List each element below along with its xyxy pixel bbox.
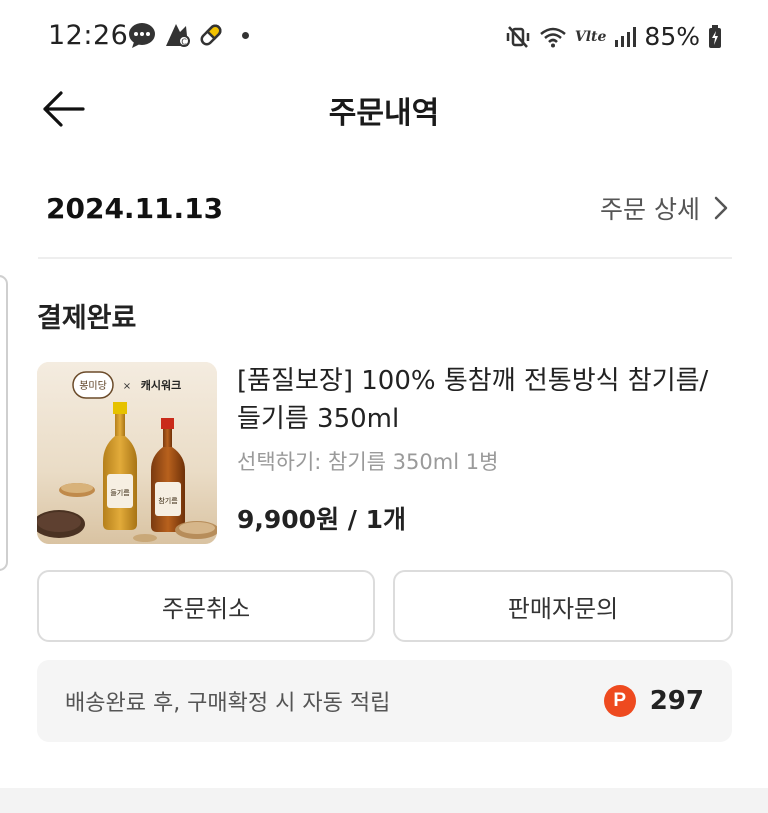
app-header: 주문내역 xyxy=(0,74,768,144)
order-detail-link[interactable]: 주문 상세 xyxy=(600,190,728,226)
vibrate-mute-icon xyxy=(506,25,530,48)
image-brand-left: 봉미당 xyxy=(79,380,107,392)
chevron-right-icon xyxy=(714,196,728,220)
page-title: 주문내역 xyxy=(328,96,440,131)
points-description: 배송완료 후, 구매확정 시 자동 적립 xyxy=(65,691,391,716)
section-separator-band xyxy=(0,788,768,813)
bottle-label-right: 참기름 xyxy=(158,496,178,505)
notification-icons: C xyxy=(128,22,249,48)
product-image: 봉미당 × 캐시워크 들기름 참기름 xyxy=(37,362,217,544)
network-type-label: Vlte xyxy=(574,28,607,45)
battery-percent: 85% xyxy=(644,22,700,51)
points-amount: P 297 xyxy=(603,685,704,717)
svg-text:C: C xyxy=(181,38,187,47)
image-brand-right: 캐시워크 xyxy=(141,378,181,392)
order-date: 2024.11.13 xyxy=(46,191,224,225)
status-bar: 12:26 C Vlte 85% xyxy=(0,0,768,74)
product-info: [품질보장] 100% 통참깨 전통방식 참기름/들기름 350ml 선택하기:… xyxy=(237,362,732,536)
image-brand-x: × xyxy=(123,381,131,392)
product-price: 9,900원 / 1개 xyxy=(237,505,407,534)
more-notifications-dot xyxy=(242,31,249,39)
section-divider xyxy=(38,257,732,259)
edge-panel-handle[interactable] xyxy=(0,275,8,571)
order-detail-label: 주문 상세 xyxy=(600,195,700,224)
cancel-order-button[interactable]: 주문취소 xyxy=(37,570,375,642)
bottle-label-left: 들기름 xyxy=(110,488,130,497)
wifi-icon xyxy=(540,27,566,47)
app-notification-icon: C xyxy=(166,24,190,47)
order-date-row: 2024.11.13 주문 상세 xyxy=(46,180,728,236)
product-item[interactable]: 봉미당 × 캐시워크 들기름 참기름 [품질보장] 100% 통참깨 전통방식 … xyxy=(37,362,732,546)
points-value: 297 xyxy=(649,686,704,716)
product-name[interactable]: [품질보장] 100% 통참깨 전통방식 참기름/들기름 350ml xyxy=(237,362,732,438)
battery-charging-icon xyxy=(709,24,721,48)
product-option: 선택하기: 참기름 350ml 1병 xyxy=(237,450,499,474)
pill-icon xyxy=(200,24,222,46)
status-time: 12:26 xyxy=(48,20,129,51)
chat-bubble-icon xyxy=(129,23,155,48)
seller-inquiry-button[interactable]: 판매자문의 xyxy=(393,570,733,642)
points-info-box: 배송완료 후, 구매확정 시 자동 적립 P 297 xyxy=(37,660,732,742)
signal-strength-icon xyxy=(615,26,637,47)
point-icon: P xyxy=(603,685,636,717)
system-indicators: Vlte 85% xyxy=(505,22,722,51)
order-status: 결제완료 xyxy=(37,303,137,334)
